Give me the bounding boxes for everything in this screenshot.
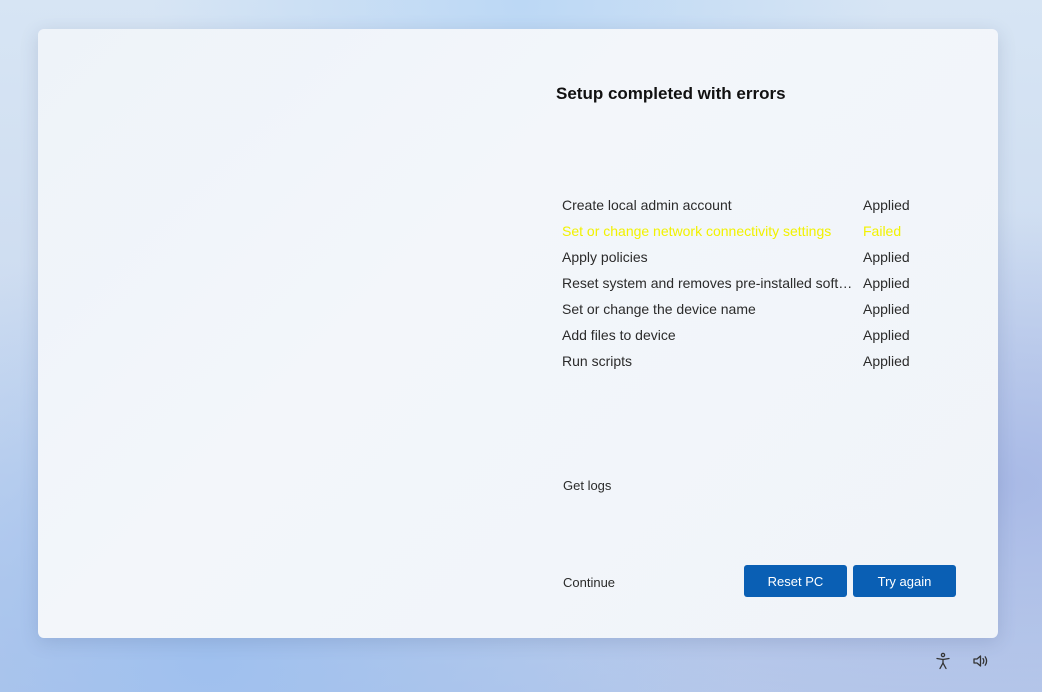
list-item: Run scripts Applied	[562, 350, 922, 376]
step-status: Applied	[863, 301, 910, 317]
step-name: Apply policies	[562, 249, 648, 265]
list-item: Reset system and removes pre-installed s…	[562, 272, 922, 298]
try-again-button[interactable]: Try again	[853, 565, 956, 597]
list-item: Set or change the device name Applied	[562, 298, 922, 324]
list-item: Apply policies Applied	[562, 246, 922, 272]
step-name: Add files to device	[562, 327, 676, 343]
step-status: Applied	[863, 249, 910, 265]
reset-pc-button[interactable]: Reset PC	[744, 565, 847, 597]
accessibility-icon[interactable]	[934, 652, 952, 670]
list-item: Set or change network connectivity setti…	[562, 220, 922, 246]
step-name: Create local admin account	[562, 197, 732, 213]
step-name: Reset system and removes pre-installed s…	[562, 275, 862, 291]
get-logs-link[interactable]: Get logs	[563, 478, 611, 493]
step-status: Applied	[863, 353, 910, 369]
step-status: Applied	[863, 275, 910, 291]
continue-link[interactable]: Continue	[563, 575, 615, 590]
step-name: Set or change the device name	[562, 301, 756, 317]
list-item: Add files to device Applied	[562, 324, 922, 350]
step-status: Applied	[863, 327, 910, 343]
step-status: Applied	[863, 197, 910, 213]
step-name: Set or change network connectivity setti…	[562, 223, 832, 239]
steps-list: Create local admin account Applied Set o…	[562, 194, 922, 376]
step-status: Failed	[863, 223, 902, 239]
step-name: Run scripts	[562, 353, 633, 369]
list-item: Create local admin account Applied	[562, 194, 922, 220]
volume-icon[interactable]	[972, 652, 990, 670]
setup-dialog: Setup completed with errors Create local…	[38, 29, 998, 638]
page-title: Setup completed with errors	[556, 84, 786, 103]
